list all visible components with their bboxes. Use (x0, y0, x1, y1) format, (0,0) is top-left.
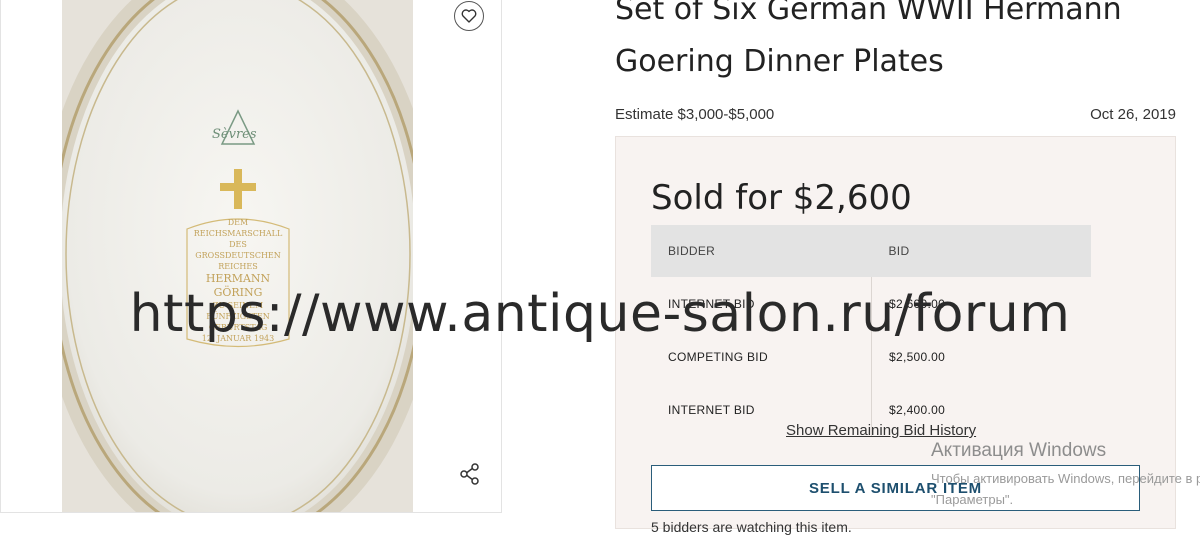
share-button[interactable] (457, 461, 483, 487)
lot-image-panel: Sèvres DEM REICHSMARSCHALL DES GROSSDEUT… (0, 0, 502, 513)
inscription-line: DEM (227, 218, 249, 227)
favorite-button[interactable] (454, 1, 484, 31)
sale-date: Oct 26, 2019 (1090, 106, 1176, 123)
heart-icon (461, 9, 477, 23)
lot-title: Set of Six German WWII Hermann Goering D… (615, 0, 1122, 79)
windows-activation-line: "Параметры". (931, 492, 1014, 507)
lot-photo[interactable]: Sèvres DEM REICHSMARSCHALL DES GROSSDEUT… (62, 0, 413, 512)
windows-activation-title: Активация Windows (931, 440, 1107, 461)
table-header-row: BIDDER BID (651, 225, 1091, 277)
inscription-line: GROSSDEUTSCHEN (195, 251, 281, 260)
plate-logo-text: Sèvres (212, 127, 257, 142)
windows-activation-line: Чтобы активировать Windows, перейдите в … (931, 471, 1200, 486)
inscription-line: REICHSMARSCHALL (193, 229, 283, 238)
watermark-url: https://www.antique-salon.ru/forum (129, 284, 1071, 344)
share-icon (460, 463, 479, 485)
inscription-line: REICHES (218, 262, 258, 271)
lot-estimate: Estimate $3,000-$5,000 (615, 106, 775, 123)
watchers-count: 5 bidders are watching this item. (651, 519, 852, 535)
column-header-bid: BID (871, 225, 1091, 277)
column-header-bidder: BIDDER (651, 225, 872, 277)
show-bid-history-link[interactable]: Show Remaining Bid History (786, 422, 976, 439)
windows-activation-message: Чтобы активировать Windows, перейдите в … (931, 468, 1200, 510)
sold-price: Sold for $2,600 (651, 178, 912, 218)
inscription-line: DES (229, 240, 247, 249)
